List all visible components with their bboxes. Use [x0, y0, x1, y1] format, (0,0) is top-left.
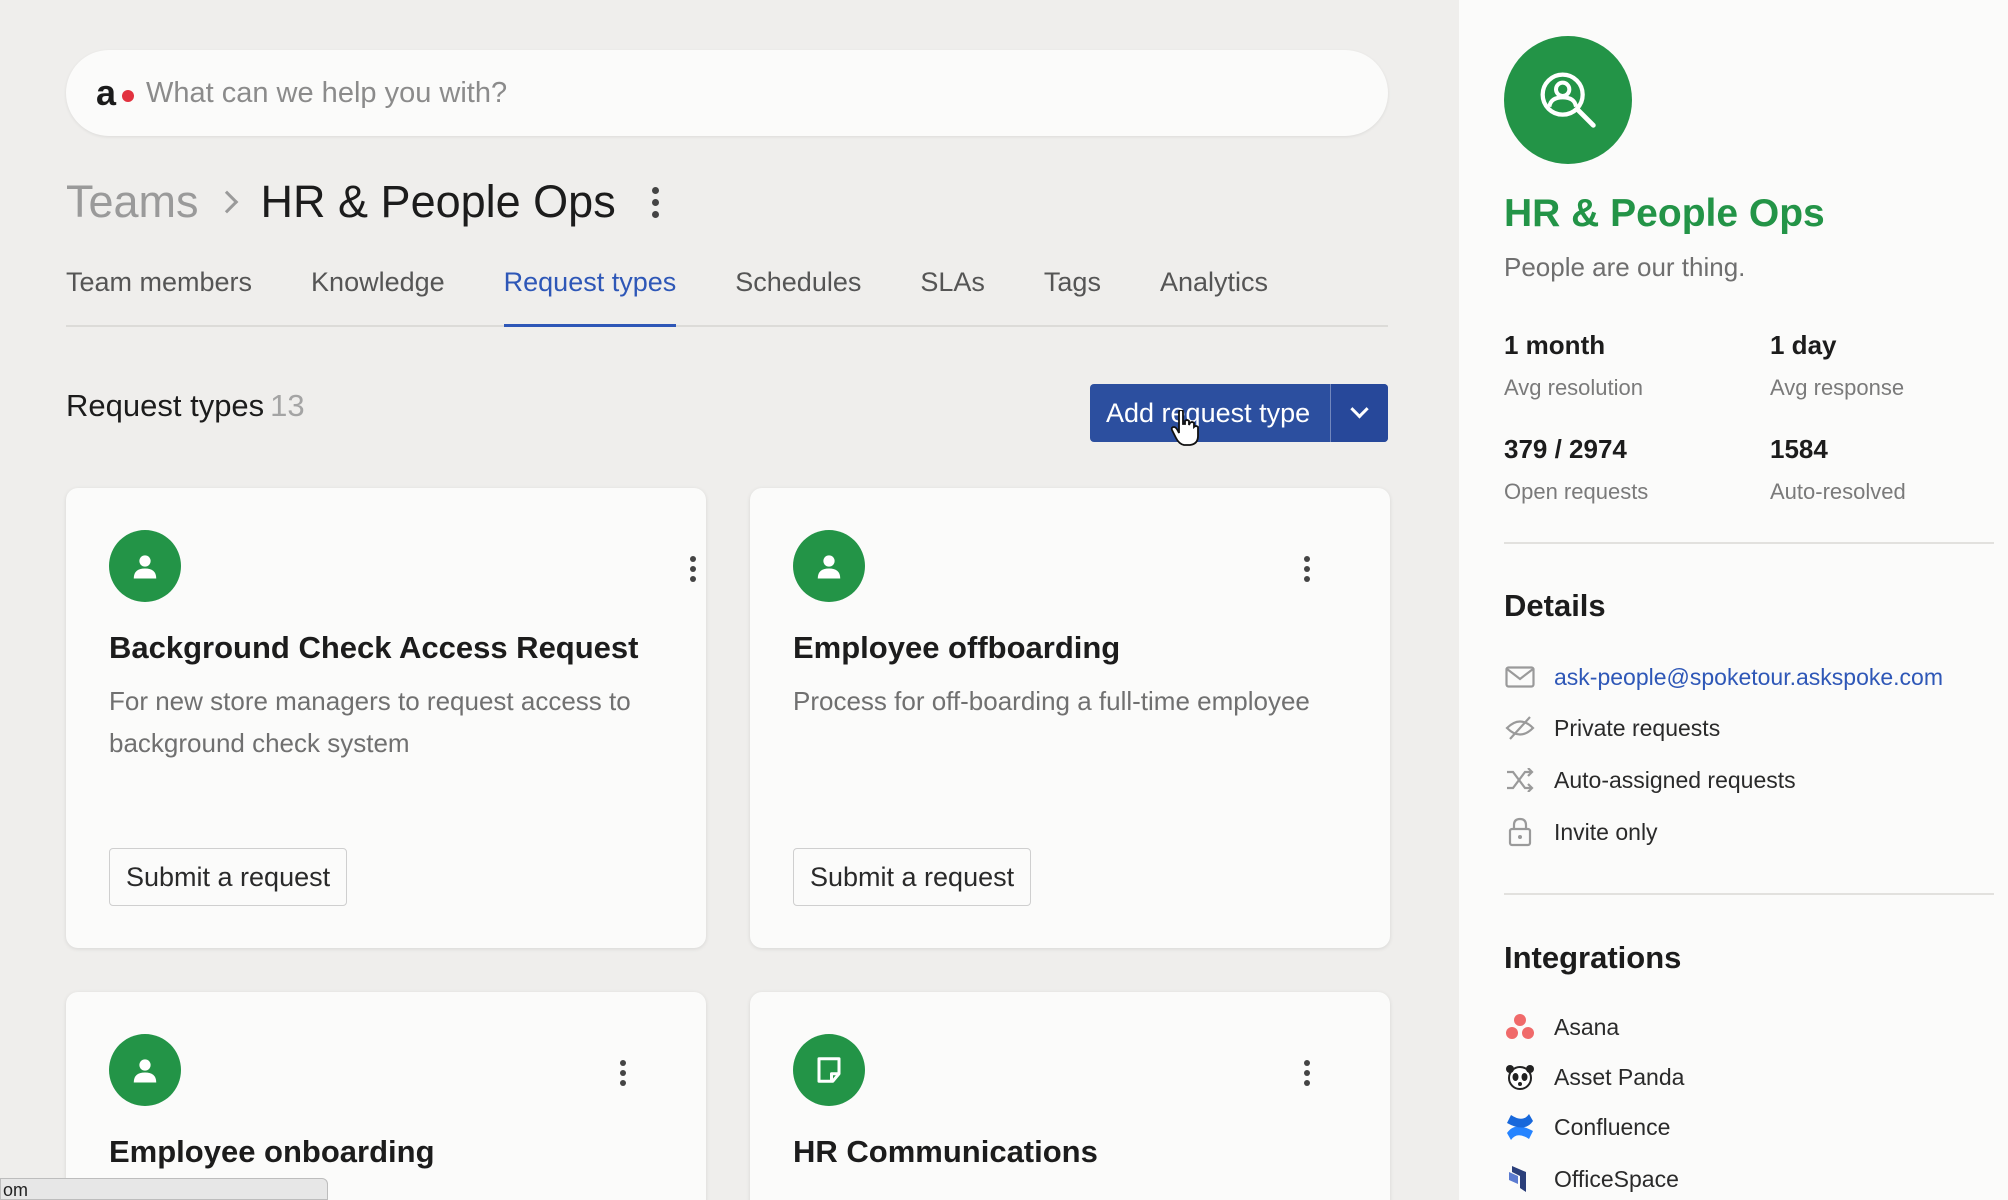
asset-panda-icon: [1504, 1061, 1536, 1093]
integration-label: Confluence: [1554, 1113, 1671, 1140]
integration-label: Asset Panda: [1554, 1063, 1685, 1090]
integration-confluence[interactable]: Confluence: [1504, 1107, 1670, 1147]
tab-request-types[interactable]: Request types: [503, 255, 677, 327]
team-tagline: People are our thing.: [1504, 252, 1746, 282]
person-icon: [109, 1034, 181, 1106]
request-type-card[interactable]: HR Communications: [750, 992, 1390, 1200]
detail-auto-assigned: Auto-assigned requests: [1504, 760, 1796, 800]
card-title: Employee offboarding: [793, 630, 1121, 665]
integration-officespace[interactable]: OfficeSpace: [1504, 1159, 1679, 1199]
integration-asana[interactable]: Asana: [1504, 1007, 1619, 1047]
detail-invite-only: Invite only: [1504, 812, 1658, 852]
tab-analytics[interactable]: Analytics: [1160, 255, 1268, 327]
shuffle-icon: [1504, 764, 1536, 796]
divider: [1504, 542, 1994, 544]
card-title: HR Communications: [793, 1134, 1098, 1169]
eye-off-icon: [1504, 712, 1536, 744]
team-more-options-icon[interactable]: [648, 183, 663, 222]
detail-label: Auto-assigned requests: [1554, 766, 1796, 793]
card-more-options-icon[interactable]: [616, 1056, 630, 1090]
hand-pointer-cursor-icon: [1170, 410, 1199, 446]
detail-label: Private requests: [1554, 714, 1721, 741]
tab-bar: Team members Knowledge Request types Sch…: [66, 255, 1388, 327]
team-email-link[interactable]: ask-people@spoketour.askspoke.com: [1554, 664, 1943, 691]
tab-tags[interactable]: Tags: [1044, 255, 1101, 327]
request-types-count: 13: [270, 388, 305, 423]
tab-team-members[interactable]: Team members: [66, 255, 252, 327]
stat-label: Auto-resolved: [1770, 479, 1906, 504]
search-bar[interactable]: a: [66, 50, 1388, 136]
team-name: HR & People Ops: [1504, 192, 1825, 235]
detail-email[interactable]: ask-people@spoketour.askspoke.com: [1504, 657, 1943, 697]
main-content: a Teams HR & People Ops Team members Kno…: [0, 0, 1459, 1200]
confluence-icon: [1504, 1111, 1536, 1143]
integration-label: Asana: [1554, 1013, 1620, 1040]
person-icon: [793, 530, 865, 602]
add-request-type-button[interactable]: Add request type: [1090, 384, 1388, 442]
request-type-card[interactable]: Employee onboarding: [66, 992, 706, 1200]
person-icon: [109, 530, 181, 602]
card-description: Process for off-boarding a full-time emp…: [793, 686, 1310, 716]
asana-icon: [1504, 1011, 1536, 1043]
add-request-type-label[interactable]: Add request type: [1090, 384, 1330, 442]
stat-avg-response: 1 day Avg response: [1770, 330, 2008, 401]
app-logo: a: [96, 72, 140, 114]
card-description: For new store managers to request access…: [109, 686, 631, 758]
chevron-right-icon: [215, 190, 238, 214]
stat-avg-resolution: 1 month Avg resolution: [1504, 330, 1764, 401]
search-person-icon: [1504, 36, 1632, 164]
mail-icon: [1504, 661, 1536, 693]
integration-label: OfficeSpace: [1554, 1165, 1679, 1192]
card-more-options-icon[interactable]: [1300, 1056, 1314, 1090]
request-types-heading: Request types 13: [66, 388, 305, 423]
stat-value: 1584: [1770, 434, 1828, 464]
request-type-card[interactable]: Employee offboarding Process for off-boa…: [750, 488, 1390, 948]
tab-knowledge[interactable]: Knowledge: [311, 255, 445, 327]
stat-label: Avg response: [1770, 375, 1905, 400]
breadcrumb: Teams HR & People Ops: [66, 172, 663, 232]
tab-schedules[interactable]: Schedules: [735, 255, 861, 327]
submit-request-button[interactable]: Submit a request: [793, 848, 1032, 906]
officespace-icon: [1504, 1163, 1536, 1195]
breadcrumb-teams-link[interactable]: Teams: [66, 176, 199, 228]
card-title: Employee onboarding: [109, 1134, 435, 1169]
divider: [1504, 893, 1994, 895]
detail-label: Invite only: [1554, 818, 1658, 845]
lock-icon: [1504, 816, 1536, 848]
integration-asset-panda[interactable]: Asset Panda: [1504, 1057, 1684, 1097]
integrations-heading: Integrations: [1504, 940, 1682, 975]
stat-label: Avg resolution: [1504, 375, 1644, 400]
request-type-card[interactable]: Background Check Access Request For new …: [66, 488, 706, 948]
team-info-panel: HR & People Ops People are our thing. 1 …: [1459, 0, 2008, 1200]
card-title: Background Check Access Request: [109, 630, 639, 665]
note-icon: [793, 1034, 865, 1106]
page-title: HR & People Ops: [260, 176, 616, 227]
browser-status-bar: om: [0, 1178, 328, 1200]
stat-auto-resolved: 1584 Auto-resolved: [1770, 434, 2008, 505]
tab-slas[interactable]: SLAs: [920, 255, 985, 327]
search-input[interactable]: [146, 76, 1246, 110]
card-more-options-icon[interactable]: [1300, 552, 1314, 586]
card-more-options-icon[interactable]: [686, 552, 700, 586]
stat-open-requests: 379 / 2974 Open requests: [1504, 434, 1764, 505]
stat-value: 379 / 2974: [1504, 434, 1627, 464]
submit-request-button[interactable]: Submit a request: [109, 848, 348, 906]
stat-value: 1 month: [1504, 330, 1606, 360]
details-heading: Details: [1504, 588, 1606, 623]
add-dropdown-chevron-icon[interactable]: [1330, 384, 1388, 442]
detail-private: Private requests: [1504, 708, 1720, 748]
stat-label: Open requests: [1504, 479, 1649, 504]
stat-value: 1 day: [1770, 330, 1837, 360]
